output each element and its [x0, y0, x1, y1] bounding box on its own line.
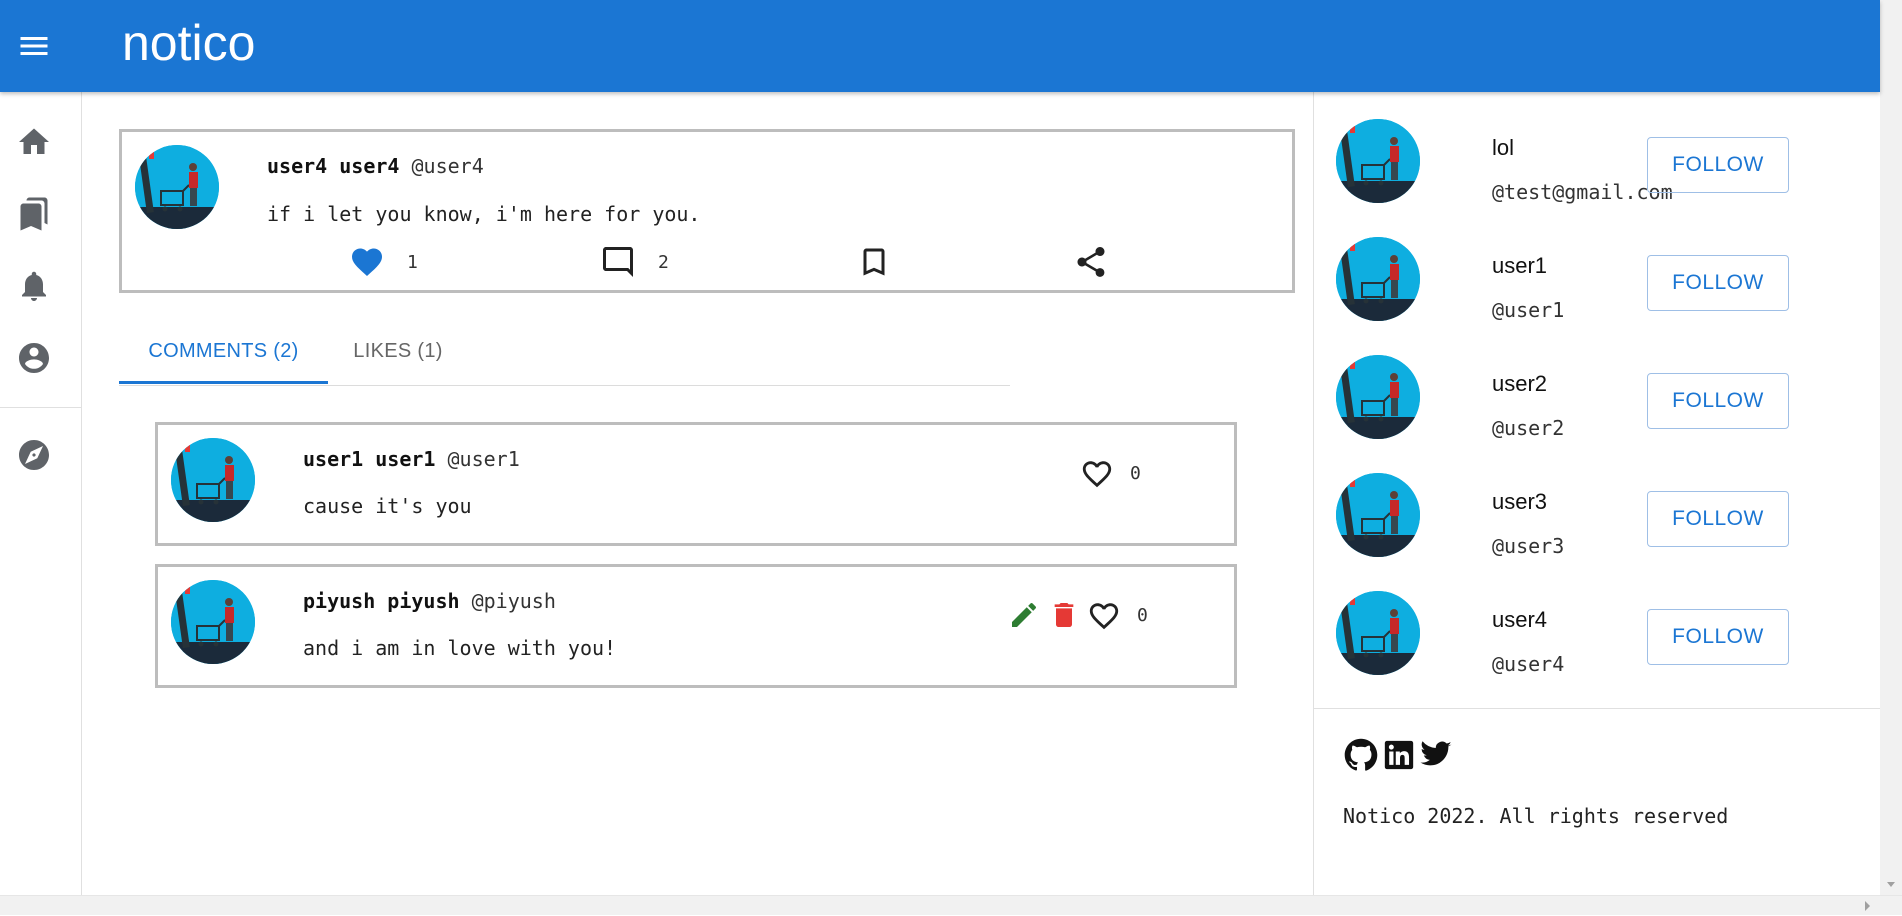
suggestion-handle: @user3	[1492, 534, 1565, 558]
comment-author: user1 user1 @user1	[303, 447, 520, 471]
follow-button[interactable]: FOLLOW	[1647, 255, 1789, 311]
account-circle-icon	[19, 343, 49, 373]
suggestion-name: user1	[1492, 253, 1548, 278]
suggestion-name: lol	[1492, 135, 1515, 160]
heart-outline-icon	[1082, 461, 1112, 488]
vertical-scrollbar[interactable]	[1880, 0, 1902, 895]
linkedin-link[interactable]	[1382, 738, 1416, 772]
comment-icon	[603, 247, 633, 277]
sidebar-item-home[interactable]	[16, 124, 52, 160]
edit-comment-button[interactable]	[1008, 599, 1040, 631]
comment-author-handle: @user1	[447, 447, 520, 471]
bookmarks-icon	[20, 197, 48, 231]
copyright-text: Notico 2022. All rights reserved	[1343, 804, 1729, 828]
sidebar-item-notifications[interactable]	[16, 268, 52, 304]
heart-filled-icon	[352, 248, 382, 277]
linkedin-icon	[1384, 740, 1414, 770]
scroll-right-arrow-icon	[1865, 901, 1870, 911]
post-text: if i let you know, i'm here for you.	[267, 202, 701, 226]
comment-text: cause it's you	[303, 494, 472, 518]
suggestion-handle: @user2	[1492, 416, 1565, 440]
github-link[interactable]	[1344, 738, 1378, 772]
scroll-down-arrow-icon	[1887, 882, 1895, 887]
avatar[interactable]	[1336, 237, 1420, 321]
horizontal-scrollbar[interactable]	[0, 895, 1902, 915]
follow-button[interactable]: FOLLOW	[1647, 137, 1789, 193]
heart-outline-icon	[1089, 603, 1119, 630]
comment-like-button[interactable]	[1080, 457, 1114, 491]
delete-comment-button[interactable]	[1048, 599, 1080, 631]
post-author-handle: @user4	[411, 154, 484, 178]
avatar[interactable]	[1336, 119, 1420, 203]
suggestion-name: user3	[1492, 489, 1548, 514]
follow-button[interactable]: FOLLOW	[1647, 373, 1789, 429]
tab-indicator	[119, 381, 328, 384]
follow-button[interactable]: FOLLOW	[1647, 609, 1789, 665]
comment-like-button[interactable]	[1087, 599, 1121, 633]
suggestion-name: user4	[1492, 607, 1548, 632]
pencil-icon	[1012, 602, 1037, 627]
comment-author-handle: @piyush	[471, 589, 556, 613]
comment-card: user1 user1 @user1 cause it's you 0	[155, 422, 1237, 546]
like-count: 1	[407, 252, 418, 273]
suggestion-handle: @user4	[1492, 652, 1565, 676]
twitter-icon	[1420, 741, 1452, 766]
comment-card: piyush piyush @piyush and i am in love w…	[155, 564, 1237, 688]
share-button[interactable]	[1073, 244, 1109, 280]
avatar[interactable]	[1336, 355, 1420, 439]
bookmark-icon	[863, 248, 885, 276]
avatar[interactable]	[1336, 591, 1420, 675]
comment-author-name: user1 user1	[303, 447, 436, 471]
app-bar: notico	[0, 0, 1880, 92]
sidebar-item-bookmarks[interactable]	[16, 196, 52, 232]
avatar[interactable]	[171, 438, 255, 522]
tab-comments[interactable]: COMMENTS (2)	[119, 320, 328, 382]
bookmark-button[interactable]	[856, 244, 892, 280]
sidebar	[0, 92, 82, 895]
comment-author: piyush piyush @piyush	[303, 589, 556, 613]
comment-author-name: piyush piyush	[303, 589, 460, 613]
suggestion-name: user2	[1492, 371, 1548, 396]
sidebar-item-explore[interactable]	[16, 437, 52, 473]
sidebar-item-profile[interactable]	[16, 340, 52, 376]
explore-icon	[19, 440, 49, 470]
bell-icon	[22, 271, 46, 301]
follow-button[interactable]: FOLLOW	[1647, 491, 1789, 547]
trash-icon	[1054, 603, 1074, 627]
sidebar-divider	[0, 407, 82, 408]
comment-like-count: 0	[1130, 463, 1141, 484]
comment-count: 2	[658, 252, 669, 273]
share-icon	[1077, 247, 1105, 277]
menu-button[interactable]	[16, 28, 52, 64]
tab-likes[interactable]: LIKES (1)	[328, 320, 468, 382]
home-icon	[19, 128, 49, 154]
github-icon	[1344, 738, 1378, 771]
avatar[interactable]	[171, 580, 255, 664]
like-button[interactable]	[349, 244, 385, 280]
suggestion-handle: @user1	[1492, 298, 1565, 322]
post-tabs: COMMENTS (2) LIKES (1)	[119, 320, 1010, 386]
post-author-name: user4 user4	[267, 154, 400, 178]
avatar[interactable]	[135, 145, 219, 229]
app-title: notico	[122, 15, 256, 71]
avatar[interactable]	[1336, 473, 1420, 557]
comment-button[interactable]	[600, 244, 636, 280]
menu-icon	[20, 37, 48, 55]
comment-like-count: 0	[1137, 605, 1148, 626]
twitter-link[interactable]	[1419, 738, 1453, 772]
panel-divider	[1314, 708, 1880, 709]
post-author: user4 user4 @user4	[267, 154, 484, 178]
comment-text: and i am in love with you!	[303, 636, 617, 660]
post-card: user4 user4 @user4 if i let you know, i'…	[119, 129, 1295, 293]
suggestion-handle: @test@gmail.com	[1492, 180, 1673, 204]
